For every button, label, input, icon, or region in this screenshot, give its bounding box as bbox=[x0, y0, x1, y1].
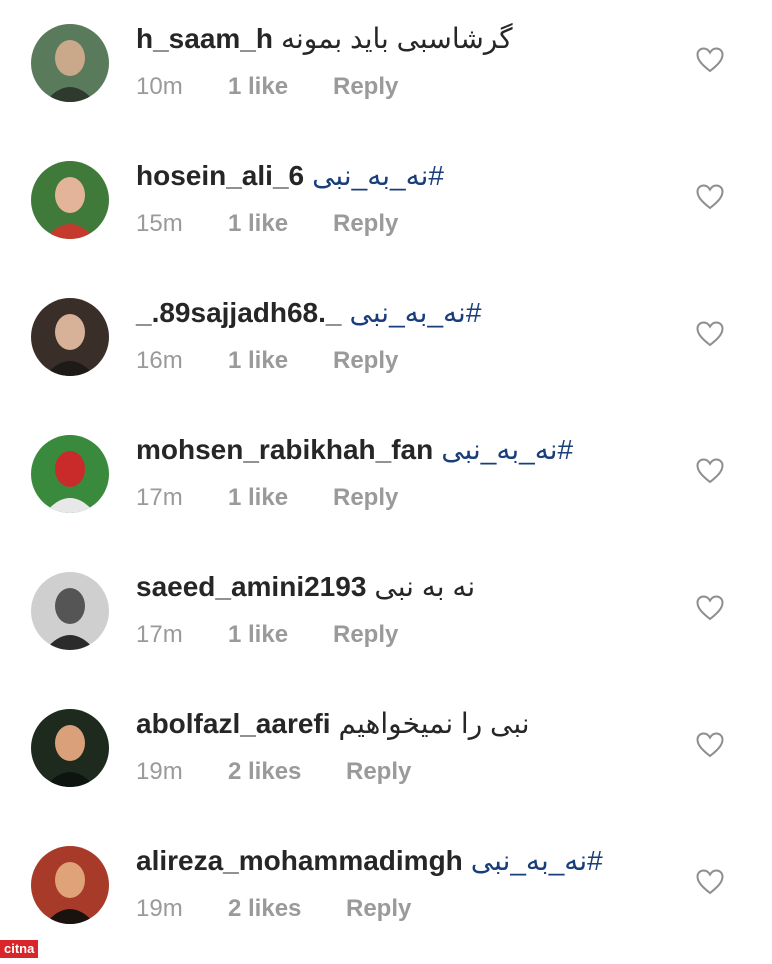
heart-icon[interactable] bbox=[696, 595, 724, 621]
user-avatar[interactable] bbox=[31, 161, 109, 239]
heart-icon[interactable] bbox=[696, 321, 724, 347]
comment-meta: 19m 2 likes Reply bbox=[136, 758, 411, 786]
comment-text: نبی را نمیخواهیم bbox=[338, 708, 530, 739]
comment-hashtag[interactable]: #نه_به_نبی bbox=[441, 434, 573, 465]
comment-line: saeed_amini2193 نه به نبی bbox=[136, 569, 475, 605]
comment-timestamp: 17m bbox=[136, 484, 183, 511]
comment-hashtag[interactable]: #نه_به_نبی bbox=[349, 297, 481, 328]
comment-timestamp: 15m bbox=[136, 210, 183, 237]
comment-like-count[interactable]: 1 like bbox=[228, 73, 288, 101]
comment-line: abolfazl_aarefi نبی را نمیخواهیم bbox=[136, 706, 530, 742]
reply-button[interactable]: Reply bbox=[333, 347, 398, 375]
comment-username[interactable]: abolfazl_aarefi bbox=[136, 708, 331, 739]
comment-line: alireza_mohammadimgh #نه_به_نبی bbox=[136, 843, 603, 879]
comment-username[interactable]: mohsen_rabikhah_fan bbox=[136, 434, 433, 465]
user-avatar[interactable] bbox=[31, 846, 109, 924]
comment-username[interactable]: hosein_ali_6 bbox=[136, 160, 304, 191]
comment-row: abolfazl_aarefi نبی را نمیخواهیم 19m 2 li… bbox=[0, 690, 772, 827]
comment-hashtag[interactable]: #نه_به_نبی bbox=[312, 160, 444, 191]
comment-row: _.89sajjadh68._ #نه_به_نبی 16m 1 like Rep… bbox=[0, 279, 772, 416]
comment-line: h_saam_h گرشاسبی باید بمونه bbox=[136, 21, 513, 57]
heart-icon[interactable] bbox=[696, 869, 724, 895]
comment-text: نه به نبی bbox=[374, 571, 476, 602]
comment-timestamp: 19m bbox=[136, 895, 183, 922]
comment-line: hosein_ali_6 #نه_به_نبی bbox=[136, 158, 444, 194]
comment-like-count[interactable]: 1 like bbox=[228, 347, 288, 375]
user-avatar[interactable] bbox=[31, 24, 109, 102]
comment-row: h_saam_h گرشاسبی باید بمونه 10m 1 like Re… bbox=[0, 5, 772, 142]
comment-meta: 15m 1 like Reply bbox=[136, 210, 398, 238]
comment-row: alireza_mohammadimgh #نه_به_نبی 19m 2 lik… bbox=[0, 827, 772, 964]
comment-timestamp: 17m bbox=[136, 621, 183, 648]
comment-line: mohsen_rabikhah_fan #نه_به_نبی bbox=[136, 432, 573, 468]
heart-icon[interactable] bbox=[696, 458, 724, 484]
comment-username[interactable]: alireza_mohammadimgh bbox=[136, 845, 463, 876]
heart-icon[interactable] bbox=[696, 47, 724, 73]
comment-timestamp: 19m bbox=[136, 758, 183, 785]
heart-icon[interactable] bbox=[696, 184, 724, 210]
comment-username[interactable]: _.89sajjadh68._ bbox=[136, 297, 341, 328]
watermark-logo: citna bbox=[0, 940, 39, 958]
comment-like-count[interactable]: 2 likes bbox=[228, 895, 301, 923]
comment-meta: 17m 1 like Reply bbox=[136, 621, 398, 649]
reply-button[interactable]: Reply bbox=[346, 895, 411, 923]
comment-like-count[interactable]: 2 likes bbox=[228, 758, 301, 786]
user-avatar[interactable] bbox=[31, 709, 109, 787]
user-avatar[interactable] bbox=[31, 435, 109, 513]
comment-meta: 17m 1 like Reply bbox=[136, 484, 398, 512]
reply-button[interactable]: Reply bbox=[333, 484, 398, 512]
comment-line: _.89sajjadh68._ #نه_به_نبی bbox=[136, 295, 481, 331]
comment-username[interactable]: h_saam_h bbox=[136, 23, 273, 54]
reply-button[interactable]: Reply bbox=[333, 621, 398, 649]
user-avatar[interactable] bbox=[31, 572, 109, 650]
reply-button[interactable]: Reply bbox=[346, 758, 411, 786]
comment-row: hosein_ali_6 #نه_به_نبی 15m 1 like Reply bbox=[0, 142, 772, 279]
user-avatar[interactable] bbox=[31, 298, 109, 376]
comment-like-count[interactable]: 1 like bbox=[228, 621, 288, 649]
comment-meta: 16m 1 like Reply bbox=[136, 347, 398, 375]
comment-hashtag[interactable]: #نه_به_نبی bbox=[471, 845, 603, 876]
reply-button[interactable]: Reply bbox=[333, 73, 398, 101]
comment-like-count[interactable]: 1 like bbox=[228, 484, 288, 512]
comment-text: گرشاسبی باید بمونه bbox=[280, 23, 513, 54]
comment-like-count[interactable]: 1 like bbox=[228, 210, 288, 238]
reply-button[interactable]: Reply bbox=[333, 210, 398, 238]
comment-meta: 10m 1 like Reply bbox=[136, 73, 398, 101]
comment-meta: 19m 2 likes Reply bbox=[136, 895, 411, 923]
comment-timestamp: 16m bbox=[136, 347, 183, 374]
comment-row: mohsen_rabikhah_fan #نه_به_نبی 17m 1 like… bbox=[0, 416, 772, 553]
comment-row: saeed_amini2193 نه به نبی 17m 1 like Repl… bbox=[0, 553, 772, 690]
comment-username[interactable]: saeed_amini2193 bbox=[136, 571, 366, 602]
heart-icon[interactable] bbox=[696, 732, 724, 758]
comment-timestamp: 10m bbox=[136, 73, 183, 100]
